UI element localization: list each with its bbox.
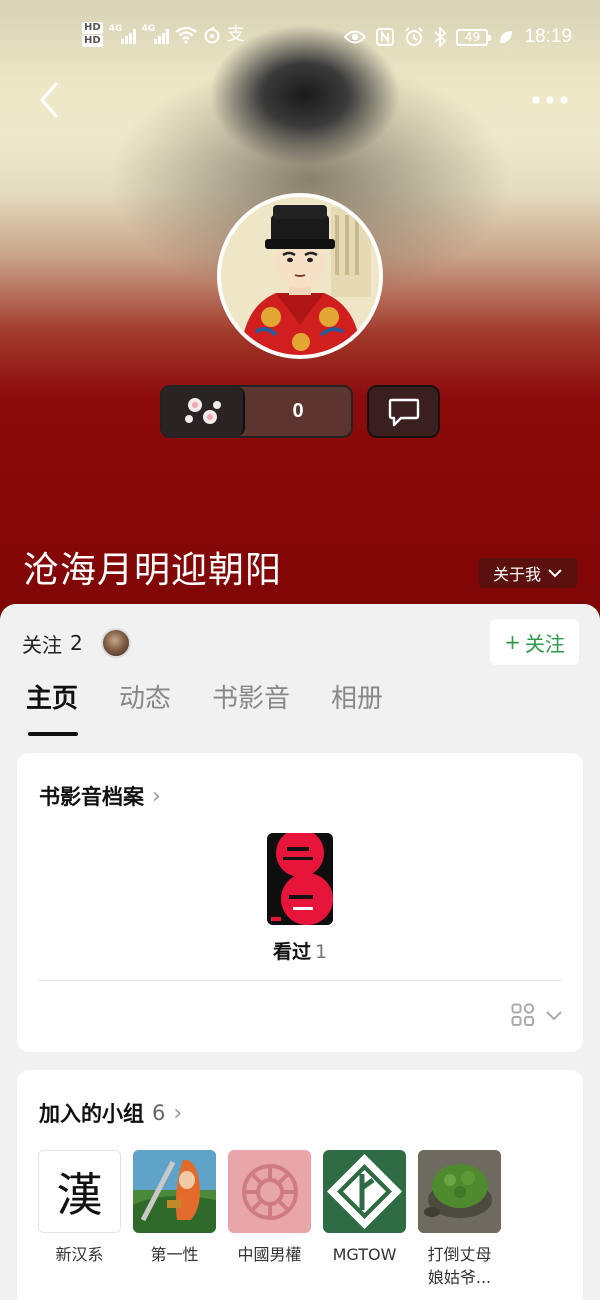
group-name: 打倒丈母 娘姑爷... bbox=[427, 1245, 492, 1287]
groups-title: 加入的小组 bbox=[39, 1102, 144, 1126]
groups-list: 漢 新汉系 第一性 中國男權 MGTOW 打倒丈母 娘姑爷... bbox=[38, 1150, 501, 1289]
group-thumbnail bbox=[228, 1150, 311, 1233]
group-emblem-icon bbox=[241, 1163, 298, 1220]
following-label: 关注 bbox=[22, 632, 62, 657]
chevron-down-icon bbox=[546, 1011, 562, 1021]
group-item[interactable]: 打倒丈母 娘姑爷... bbox=[418, 1150, 501, 1289]
chevron-right-icon: › bbox=[152, 783, 161, 809]
follow-button-label: 关注 bbox=[524, 631, 565, 656]
bluetooth-icon bbox=[434, 27, 447, 47]
group-item[interactable]: 中國男權 bbox=[228, 1150, 311, 1289]
divider bbox=[39, 980, 561, 981]
tab-books-movies-music[interactable]: 书影音 bbox=[212, 678, 290, 736]
message-button[interactable] bbox=[367, 385, 440, 438]
cellular-signal-icon: 4G bbox=[142, 24, 169, 44]
group-image bbox=[133, 1150, 216, 1233]
group-item[interactable]: 漢 新汉系 bbox=[38, 1150, 121, 1289]
group-thumbnail: 漢 bbox=[38, 1150, 121, 1233]
group-item[interactable]: MGTOW bbox=[323, 1150, 406, 1289]
profile-avatar[interactable] bbox=[217, 193, 383, 359]
group-name: MGTOW bbox=[332, 1245, 397, 1264]
following-summary[interactable]: 关注 2 bbox=[22, 628, 131, 658]
group-item[interactable]: 第一性 bbox=[133, 1150, 216, 1289]
group-thumbnail bbox=[418, 1150, 501, 1233]
alipay-icon: 支 bbox=[226, 23, 245, 45]
tab-activity[interactable]: 动态 bbox=[119, 678, 171, 736]
more-options-button[interactable] bbox=[528, 88, 572, 112]
watched-count: 1 bbox=[314, 941, 328, 963]
profile-username: 沧海月明迎朝阳 bbox=[23, 550, 283, 591]
cellular-signal-icon: 4G bbox=[109, 24, 136, 44]
mgtow-logo-icon bbox=[327, 1154, 402, 1229]
eye-icon bbox=[344, 30, 367, 44]
leaf-icon bbox=[500, 31, 513, 43]
netease-music-icon bbox=[204, 25, 220, 43]
group-name: 第一性 bbox=[150, 1245, 199, 1264]
clock: 18:19 bbox=[524, 26, 572, 47]
about-me-button[interactable]: 关于我 bbox=[478, 558, 578, 588]
group-name: 新汉系 bbox=[55, 1245, 104, 1264]
groups-title-link[interactable]: 加入的小组 6 › bbox=[39, 1098, 182, 1128]
nfc-icon bbox=[376, 28, 395, 46]
paw-like-button[interactable]: 0 bbox=[160, 385, 353, 438]
plus-icon: + bbox=[504, 630, 521, 654]
paw-count: 0 bbox=[292, 400, 304, 422]
back-button[interactable] bbox=[30, 78, 70, 122]
archive-title: 书影音档案 bbox=[39, 785, 144, 809]
hd-badge: HD bbox=[82, 22, 103, 34]
profile-tabs: 主页 动态 书影音 相册 bbox=[26, 678, 383, 736]
follow-button[interactable]: + 关注 bbox=[490, 619, 579, 665]
archive-title-link[interactable]: 书影音档案 › bbox=[39, 781, 161, 811]
group-thumbnail bbox=[133, 1150, 216, 1233]
tab-album[interactable]: 相册 bbox=[331, 678, 383, 736]
watched-summary[interactable]: 看过 1 bbox=[17, 937, 583, 964]
watched-poster-thumbnail[interactable] bbox=[267, 833, 333, 925]
group-thumbnail bbox=[323, 1150, 406, 1233]
chat-bubble-icon bbox=[388, 398, 419, 426]
tab-home[interactable]: 主页 bbox=[26, 678, 79, 736]
groups-count: 6 bbox=[152, 1101, 166, 1125]
about-me-label: 关于我 bbox=[492, 565, 541, 584]
archive-card: 书影音档案 › 看过 1 bbox=[17, 753, 583, 1052]
poster-image bbox=[267, 833, 333, 925]
avatar-illustration bbox=[221, 197, 379, 355]
status-bar: HD HD 4G 4G 支 49 18:19 bbox=[0, 18, 600, 58]
paw-icon-box bbox=[162, 387, 245, 436]
chevron-right-icon: › bbox=[173, 1100, 183, 1126]
alarm-icon bbox=[405, 27, 424, 46]
group-image bbox=[418, 1150, 501, 1233]
chevron-down-icon bbox=[548, 569, 562, 578]
following-avatar bbox=[100, 628, 131, 658]
layout-toggle[interactable] bbox=[511, 1003, 563, 1027]
grid-layout-icon bbox=[511, 1003, 535, 1026]
hd-badge: HD bbox=[82, 35, 103, 47]
battery-indicator: 49 bbox=[456, 28, 492, 46]
paw-icon bbox=[184, 397, 221, 424]
han-glyph: 漢 bbox=[56, 1167, 103, 1222]
following-count: 2 bbox=[70, 631, 83, 655]
watched-label: 看过 bbox=[272, 941, 311, 963]
more-dots-icon bbox=[532, 96, 568, 104]
chevron-left-icon bbox=[40, 82, 58, 118]
joined-groups-card: 加入的小组 6 › 漢 新汉系 第一性 中國男權 MGTOW 打倒丈母 娘姑爷.… bbox=[17, 1070, 583, 1300]
group-name: 中國男權 bbox=[237, 1245, 302, 1264]
wifi-icon bbox=[174, 26, 197, 44]
